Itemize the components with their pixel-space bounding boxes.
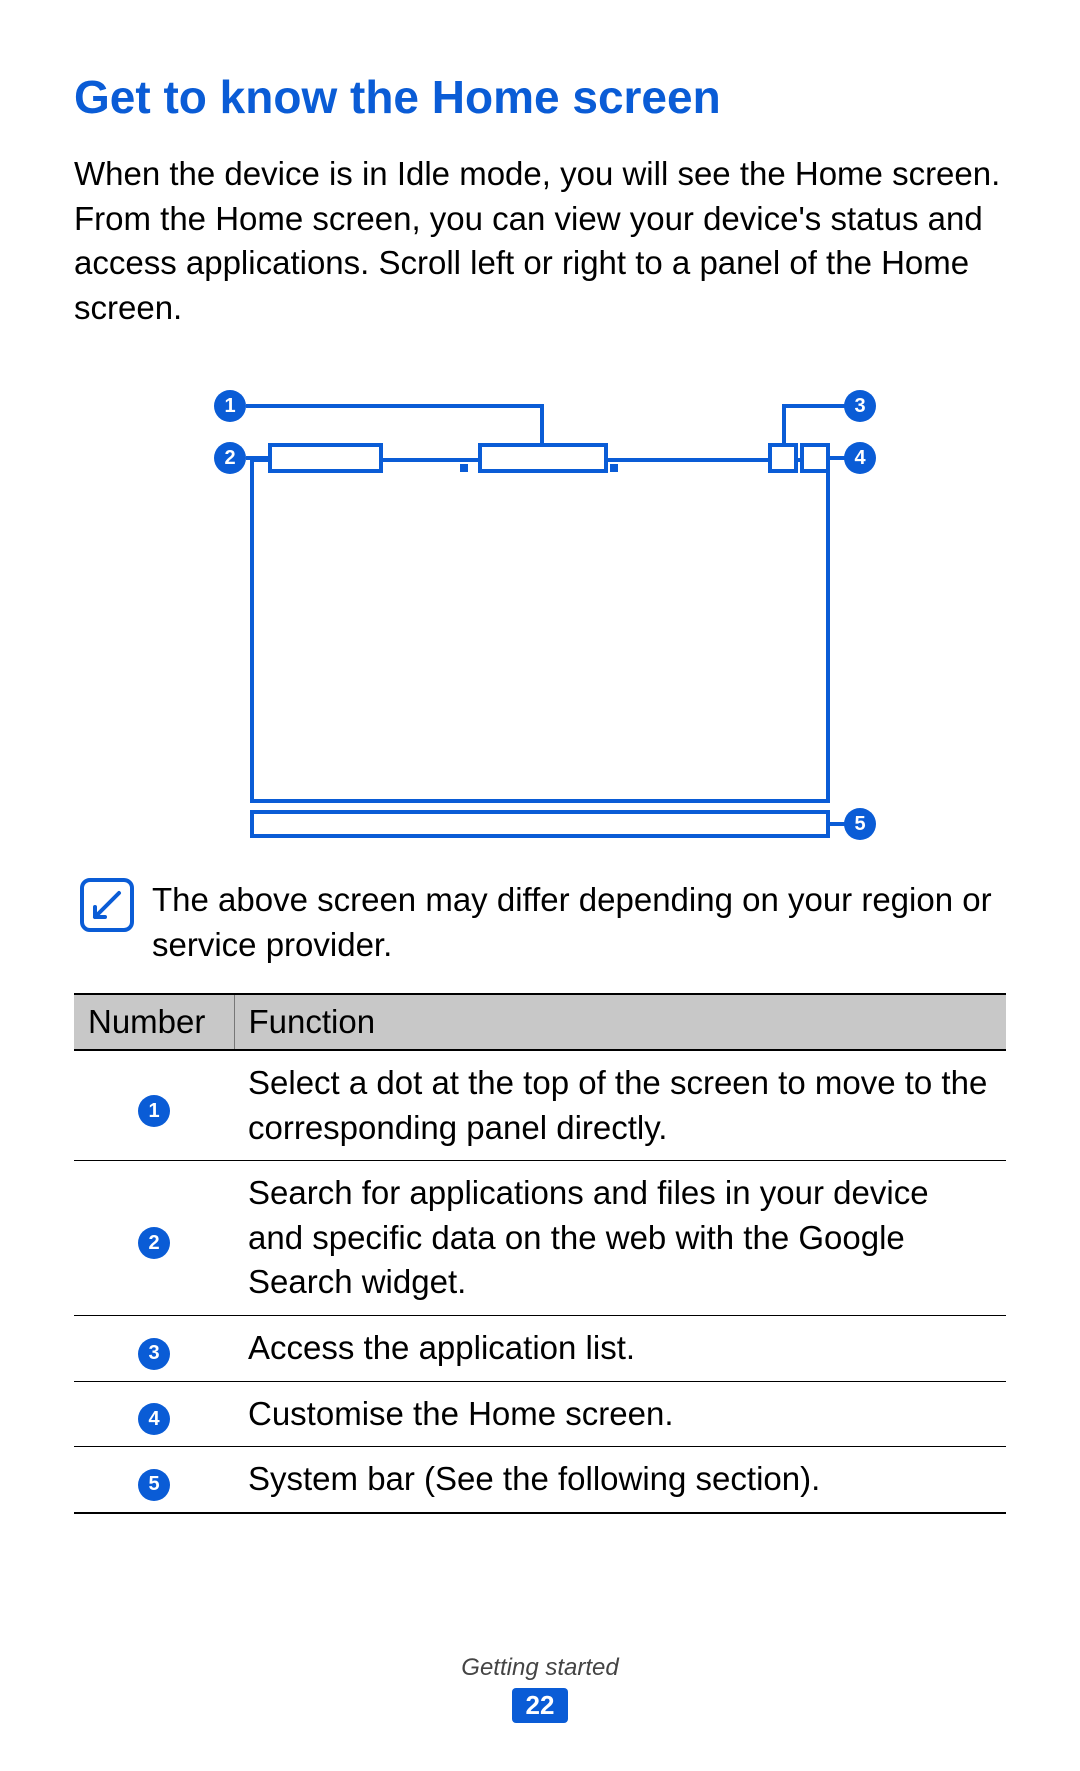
- table-row: 1 Select a dot at the top of the screen …: [74, 1050, 1006, 1161]
- row-badge-4: 4: [138, 1403, 170, 1435]
- table-row: 3 Access the application list.: [74, 1316, 1006, 1382]
- row-func-2: Search for applications and files in you…: [234, 1161, 1006, 1316]
- callout-badge-3: 3: [844, 390, 876, 422]
- connector-line: [782, 404, 786, 444]
- connector-line: [246, 456, 270, 460]
- note-row: The above screen may differ depending on…: [74, 878, 1006, 967]
- diagram-apps-box: [768, 443, 798, 473]
- function-table: Number Function 1 Select a dot at the to…: [74, 993, 1006, 1513]
- note-text: The above screen may differ depending on…: [152, 878, 1006, 967]
- callout-badge-5: 5: [844, 808, 876, 840]
- row-func-5: System bar (See the following section).: [234, 1447, 1006, 1513]
- row-badge-5: 5: [138, 1469, 170, 1501]
- intro-paragraph: When the device is in Idle mode, you wil…: [74, 152, 1006, 330]
- connector-line: [246, 404, 543, 408]
- row-func-3: Access the application list.: [234, 1316, 1006, 1382]
- callout-badge-4: 4: [844, 442, 876, 474]
- table-header-function: Function: [234, 994, 1006, 1050]
- row-badge-3: 3: [138, 1338, 170, 1370]
- home-screen-diagram: 1 2 3 4 5: [74, 368, 1006, 848]
- note-icon: [80, 878, 134, 932]
- footer-section-name: Getting started: [0, 1654, 1080, 1682]
- connector-line: [540, 404, 544, 444]
- diagram-panel-dot: [610, 464, 618, 472]
- page-footer: Getting started 22: [0, 1654, 1080, 1723]
- row-badge-1: 1: [138, 1095, 170, 1127]
- callout-badge-1: 1: [214, 390, 246, 422]
- connector-line: [830, 456, 846, 460]
- diagram-customise-box: [800, 443, 830, 473]
- connector-line: [782, 404, 846, 408]
- diagram-search-widget-box: [268, 443, 383, 473]
- connector-line: [830, 822, 846, 826]
- callout-badge-2: 2: [214, 442, 246, 474]
- diagram-system-bar: [250, 810, 830, 838]
- footer-page-number: 22: [512, 1688, 569, 1723]
- row-badge-2: 2: [138, 1227, 170, 1259]
- page-heading: Get to know the Home screen: [74, 70, 1006, 124]
- diagram-screen-rect: [250, 458, 830, 803]
- row-func-4: Customise the Home screen.: [234, 1381, 1006, 1447]
- table-header-number: Number: [74, 994, 234, 1050]
- diagram-panel-dot: [460, 464, 468, 472]
- table-row: 4 Customise the Home screen.: [74, 1381, 1006, 1447]
- table-row: 2 Search for applications and files in y…: [74, 1161, 1006, 1316]
- diagram-dots-group-box: [478, 443, 608, 473]
- row-func-1: Select a dot at the top of the screen to…: [234, 1050, 1006, 1161]
- table-row: 5 System bar (See the following section)…: [74, 1447, 1006, 1513]
